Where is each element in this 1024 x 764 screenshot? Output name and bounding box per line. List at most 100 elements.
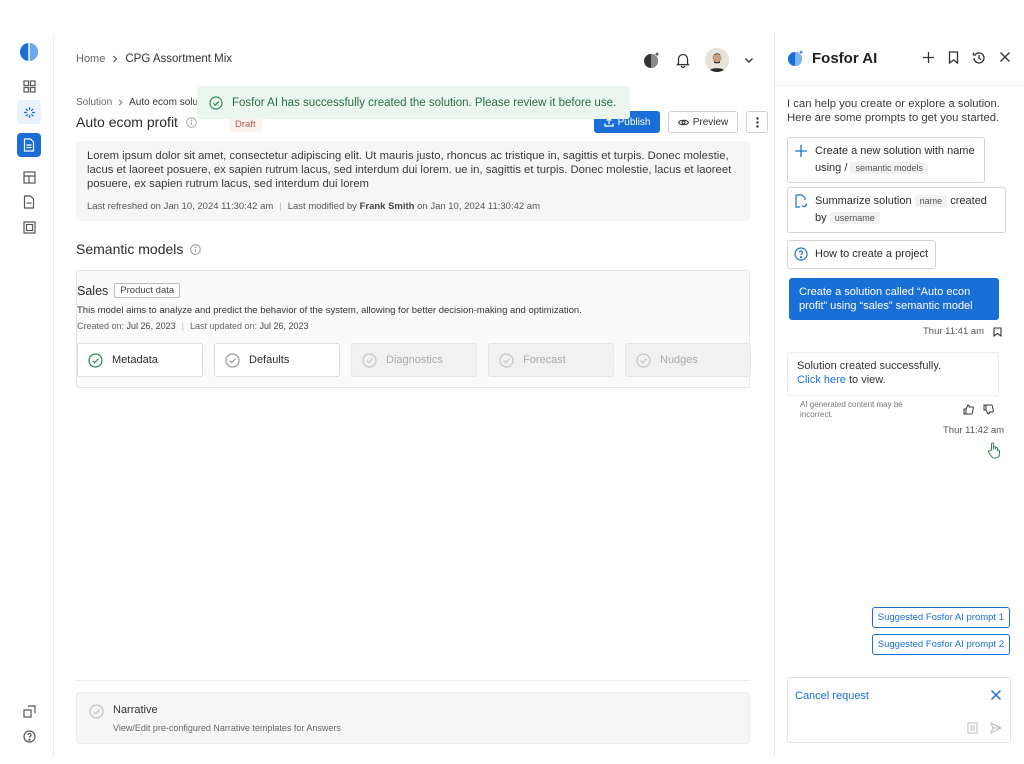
attachment-icon[interactable]	[967, 722, 978, 734]
ai-icon	[788, 50, 804, 66]
section-title: Semantic models	[76, 241, 184, 257]
more-options-button[interactable]	[746, 111, 768, 133]
thumbs-down-icon[interactable]	[983, 404, 994, 415]
app-window: Home CPG Assortment Mix Fosfor AI has su…	[6, 34, 1023, 756]
chat-input-area[interactable]: Cancel request	[787, 677, 1011, 743]
narrative-title: Narrative	[113, 704, 158, 716]
layout-icon[interactable]	[17, 165, 41, 189]
sparkle-icon[interactable]	[17, 100, 41, 124]
check-circle-icon	[209, 95, 223, 110]
timestamp: Thur 11:42 am	[943, 425, 1005, 436]
top-actions	[643, 48, 755, 72]
last-modified-prefix: Last modified by	[287, 201, 357, 212]
ai-icon[interactable]	[643, 51, 661, 69]
semantic-models-heading: Semantic models	[76, 241, 202, 257]
history-icon[interactable]	[972, 51, 986, 65]
document-icon[interactable]	[17, 133, 41, 157]
last-modified-suffix: on Jan 10, 2024 11:30:42 am	[417, 201, 541, 212]
info-icon[interactable]	[186, 116, 197, 128]
step-label: Defaults	[249, 354, 290, 366]
narrative-description: View/Edit pre-configured Narrative templ…	[113, 723, 341, 733]
top-bar: Home CPG Assortment Mix	[55, 34, 775, 86]
check-circle-icon	[89, 704, 104, 719]
breadcrumb-home[interactable]: Home	[76, 53, 105, 65]
narrative-card[interactable]: Narrative View/Edit pre-configured Narra…	[76, 692, 750, 744]
last-modified-user: Frank Smith	[359, 201, 415, 212]
crumb-solution[interactable]: Solution	[76, 97, 112, 108]
suggested-prompt-2[interactable]: Suggested Fosfor AI prompt 2	[871, 634, 1010, 655]
prompt-create-solution[interactable]: Create a new solution with name using / …	[787, 137, 985, 183]
panel-intro: I can help you create or explore a solut…	[787, 98, 1000, 124]
file-icon[interactable]	[17, 190, 41, 214]
model-created: Created on: Jul 26, 2023	[77, 321, 176, 331]
panel-title: Fosfor AI	[812, 49, 878, 67]
solution-breadcrumb: Solution Auto ecom solu	[76, 97, 198, 108]
plus-icon	[795, 145, 807, 157]
plus-icon[interactable]	[922, 51, 935, 64]
prompt-text: How to create a project	[815, 248, 929, 260]
step-defaults[interactable]: Defaults	[214, 343, 340, 377]
thumbs-up-icon[interactable]	[963, 404, 974, 415]
updated-date: Jul 26, 2023	[259, 321, 309, 331]
model-updated: Last updated on: Jul 26, 2023	[190, 321, 309, 331]
frame-icon[interactable]	[17, 215, 41, 239]
status-badge: Draft	[229, 117, 262, 132]
suggested-prompt-1[interactable]: Suggested Fosfor AI prompt 1	[871, 607, 1010, 628]
user-message: Create a solution called “Auto econ prof…	[789, 278, 999, 320]
meta-separator: |	[279, 201, 282, 212]
main-content: Home CPG Assortment Mix Fosfor AI has su…	[55, 34, 775, 756]
step-label: Forecast	[523, 354, 566, 366]
hand-cursor-icon	[987, 442, 1000, 459]
check-circle-icon	[362, 352, 377, 368]
help-icon	[794, 247, 808, 261]
chevron-down-icon[interactable]	[743, 54, 755, 66]
help-icon[interactable]	[17, 724, 41, 748]
close-icon[interactable]	[999, 51, 1011, 63]
breadcrumb-current: CPG Assortment Mix	[125, 53, 233, 65]
model-header: Sales Product data	[77, 283, 181, 298]
step-forecast: Forecast	[488, 343, 614, 377]
chevron-right-icon	[113, 55, 118, 63]
cancel-request-button[interactable]: Cancel request	[795, 690, 869, 702]
ai-disclaimer: AI generated content may be incorrect.	[800, 400, 903, 419]
preview-label: Preview	[692, 116, 729, 128]
prompt-chip: name	[914, 195, 948, 207]
check-circle-icon	[225, 352, 240, 368]
semantic-model-card[interactable]: Sales Product data This model aims to an…	[76, 270, 751, 388]
prompt-chip: username	[829, 212, 880, 224]
check-circle-icon	[88, 352, 103, 368]
prompt-how-to-project[interactable]: How to create a project	[787, 240, 937, 269]
model-meta: Created on: Jul 26, 2023 | Last updated …	[77, 321, 309, 331]
panel-title-group: Fosfor AI	[787, 49, 877, 67]
input-actions	[967, 722, 1002, 734]
step-metadata[interactable]: Metadata	[77, 343, 203, 377]
bookmark-icon[interactable]	[993, 326, 1002, 337]
page-title: Auto ecom profit	[76, 114, 197, 130]
avatar[interactable]	[705, 48, 729, 72]
preview-button[interactable]: Preview	[668, 111, 738, 133]
panel-actions	[922, 51, 1011, 65]
description-text: Lorem ipsum dolor sit amet, consectetur …	[87, 150, 732, 190]
panel-header: Fosfor AI	[775, 34, 1023, 86]
model-tag: Product data	[114, 283, 181, 298]
view-solution-link[interactable]: Click here	[797, 374, 846, 386]
solution-description: Lorem ipsum dolor sit amet, consectetur …	[76, 141, 750, 221]
grid-icon[interactable]	[17, 74, 41, 98]
feedback-actions	[963, 404, 994, 415]
created-date: Jul 26, 2023	[126, 321, 176, 331]
created-label: Created on:	[77, 321, 125, 331]
divider	[76, 680, 750, 681]
fosfor-ai-panel: Fosfor AI I can help you create or explo…	[774, 34, 1023, 756]
prompt-summarize-solution[interactable]: Summarize solution name created by usern…	[787, 187, 1006, 233]
send-icon[interactable]	[990, 722, 1002, 734]
check-circle-icon	[636, 352, 651, 368]
info-icon[interactable]	[190, 243, 202, 255]
breadcrumb: Home CPG Assortment Mix	[76, 53, 232, 65]
close-icon[interactable]	[990, 689, 1002, 701]
bell-icon[interactable]	[675, 52, 691, 68]
logo-icon[interactable]	[19, 42, 39, 62]
bookmark-icon[interactable]	[948, 51, 959, 64]
ai-message-text: Solution created successfully.	[797, 360, 942, 372]
share-icon[interactable]	[17, 699, 41, 723]
toast-message: Fosfor AI has successfully created the s…	[232, 96, 617, 109]
